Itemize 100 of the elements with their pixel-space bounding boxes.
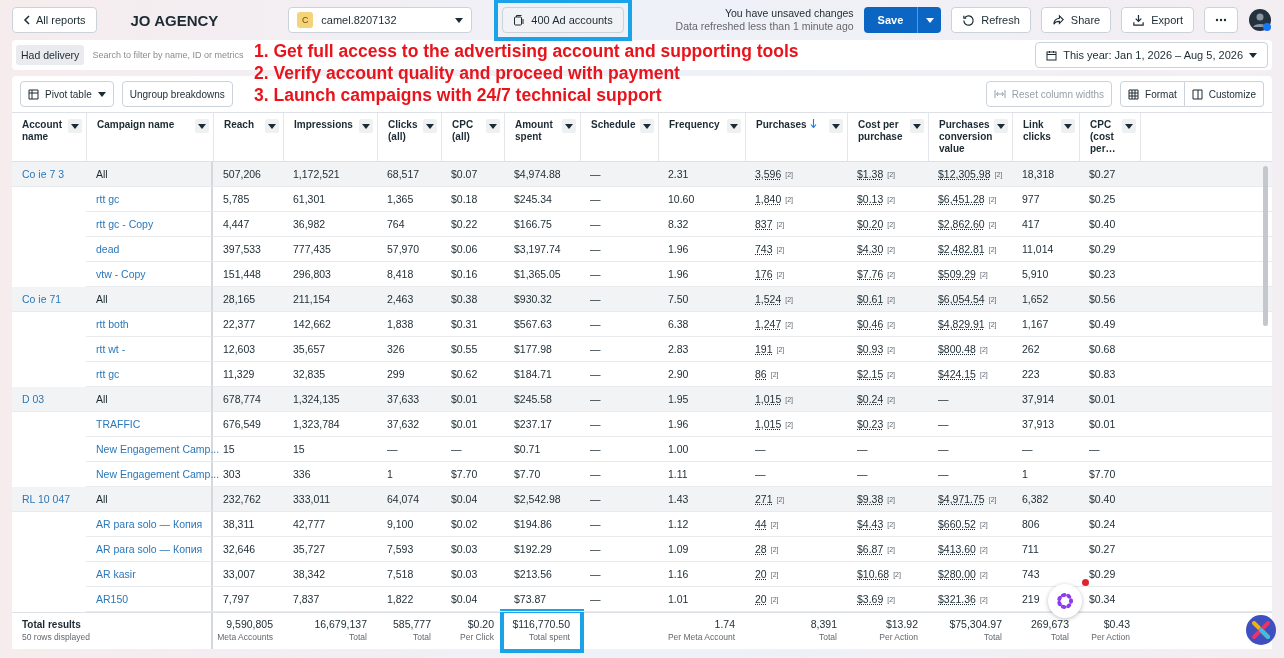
column-header[interactable]: Schedule [591,119,636,131]
filter-chip[interactable]: Had delivery [16,45,85,65]
column-width-icon [993,89,1006,99]
customize-button[interactable]: Customize [1184,81,1264,107]
column-menu-button[interactable] [486,119,500,133]
column-header[interactable]: Purchases [756,119,807,131]
table-cell: 9,100 [377,512,441,537]
table-cell: $0.38 [441,287,504,312]
column-menu-button[interactable] [265,119,279,133]
column-header[interactable]: Frequency [669,119,720,131]
column-header[interactable]: Account name [22,119,66,143]
scrollbar[interactable] [1263,166,1268,326]
table-cell: 5,785 [213,187,283,212]
campaign-name-link[interactable]: vtw - Copy [96,268,146,280]
table-cell: 2.31 [658,162,745,187]
campaign-name-link[interactable]: rtt gc [96,368,120,380]
caret-icon [832,123,840,129]
account-name-link[interactable]: D 03 [22,393,45,405]
toolbar-button[interactable]: Refresh [951,7,1031,33]
account-name-link[interactable]: Co ie 71 [22,293,62,305]
table-cell: 397,533 [213,237,283,262]
extension-button[interactable] [1245,614,1277,646]
column-menu-button[interactable] [1061,119,1075,133]
column-header[interactable]: Clicks (all) [388,119,421,143]
table-cell: — [580,537,658,562]
table-cell: $0.04 [441,487,504,512]
column-header[interactable]: Purchases conversion value [939,119,993,155]
column-header[interactable]: Campaign name [97,119,175,131]
table-cell: 1.95 [658,387,745,412]
table-cell: $3,197.74 [504,237,580,262]
column-menu-button[interactable] [423,119,437,133]
save-button[interactable]: Save [863,7,918,33]
campaign-name-link[interactable]: TRAFFIC [96,418,141,430]
column-header[interactable]: CPC (all) [452,119,484,143]
column-menu-button[interactable] [640,119,654,133]
account-name-link[interactable]: Co ie 7 3 [22,168,65,180]
campaign-name-link[interactable]: New Engagement Camp... [96,468,220,480]
search-field[interactable]: Search to filter by name, ID or metrics [92,50,251,60]
column-menu-button[interactable] [1122,119,1136,133]
campaign-name-link[interactable]: rtt both [96,318,129,330]
table-cell: $177.98 [504,337,580,362]
table-cell: $194.86 [504,512,580,537]
column-menu-button[interactable] [359,119,373,133]
column-menu-button[interactable] [994,119,1009,133]
column-header[interactable]: CPC (cost per… [1090,119,1120,155]
column-header[interactable]: Link clicks [1023,119,1059,143]
back-button[interactable]: All reports [12,7,97,33]
column-menu-button[interactable] [68,119,82,133]
campaign-name-link[interactable]: AR kasir [96,568,136,580]
account-select[interactable]: C camel.8207132 [288,7,473,33]
user-avatar[interactable] [1248,8,1272,32]
table-cell: 6,382 [1012,487,1079,512]
ungroup-button[interactable]: Ungroup breakdowns [121,81,233,107]
table-cell: 38,311 [213,512,283,537]
caret-icon [1125,123,1133,129]
total-label: Total [413,631,431,644]
column-menu-button[interactable] [910,119,924,133]
campaign-name-link[interactable]: rtt gc - Copy [96,218,154,230]
toolbar-button[interactable]: Share [1040,7,1112,33]
campaign-name-link[interactable]: AR para solo — Копия [96,543,203,555]
calendar-icon [1046,49,1058,61]
flower-icon [1055,591,1075,611]
toolbar-button[interactable]: Export [1121,7,1194,33]
column-header[interactable]: Impressions [294,119,353,131]
table-cell: 35,657 [283,337,377,362]
format-button[interactable]: Format [1120,81,1185,107]
caret-icon [489,123,497,129]
column-header[interactable]: Reach [224,119,254,131]
refresh-status: Data refreshed less than 1 minute ago [675,20,854,33]
campaign-name-link[interactable]: dead [96,243,120,255]
save-options-button[interactable] [917,7,942,33]
table-cell: 68,517 [377,162,441,187]
table-cell: All [96,393,108,405]
table-cell: 38,342 [283,562,377,587]
pivot-table-dropdown[interactable]: Pivot table [20,81,114,107]
table-cell: $0.01 [441,387,504,412]
download-icon [1132,13,1146,27]
column-menu-button[interactable] [727,119,741,133]
accounts-icon [513,14,526,26]
table-cell: 507,206 [213,162,283,187]
column-header[interactable]: Cost per purchase [858,119,908,143]
column-menu-button[interactable] [562,119,576,133]
column-menu-button[interactable] [829,119,843,133]
campaign-name-link[interactable]: AR para solo — Копия [96,518,203,530]
table-cell: — [580,412,658,437]
column-header[interactable]: Amount spent [515,119,560,143]
campaign-name-link[interactable]: New Engagement Camp... [96,443,220,455]
table-cell: 10.60 [658,187,745,212]
campaign-name-link[interactable]: AR150 [96,593,129,605]
table-cell: — [580,512,658,537]
campaign-name-link[interactable]: rtt wt - [96,343,126,355]
table-cell: $0.01 [1079,387,1140,412]
ad-accounts-button[interactable]: 400 Ad accounts [502,7,624,33]
total-value: $75,304.97 [949,618,1002,631]
table-cell: $0.02 [441,512,504,537]
date-range-button[interactable]: This year: Jan 1, 2026 – Aug 5, 2026 [1035,42,1268,68]
account-name-link[interactable]: RL 10 047 [22,493,71,505]
campaign-name-link[interactable]: rtt gc [96,193,120,205]
column-menu-button[interactable] [195,119,209,133]
table-cell: 1.12 [658,512,745,537]
